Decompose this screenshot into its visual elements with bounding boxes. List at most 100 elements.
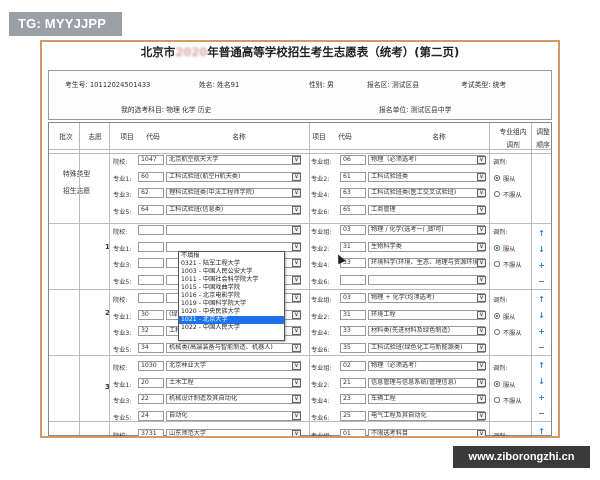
code-input[interactable]: 22	[138, 394, 164, 404]
chevron-down-icon[interactable]: ∨	[477, 430, 486, 436]
minus-icon[interactable]: −	[537, 409, 546, 418]
code-input[interactable]: 03	[340, 293, 366, 303]
name-select[interactable]: 工科试验班类	[368, 171, 485, 182]
arrow-down-icon[interactable]: ↓	[537, 311, 546, 320]
name-select[interactable]: 车辆工程	[368, 394, 485, 404]
chevron-down-icon[interactable]: ∨	[477, 275, 486, 284]
plus-icon[interactable]: +	[537, 261, 546, 270]
dropdown-option[interactable]: 1019 - 中国科学院大学	[179, 300, 284, 308]
chevron-down-icon[interactable]: ∨	[292, 259, 301, 267]
chevron-down-icon[interactable]: ∨	[477, 259, 486, 267]
name-select[interactable]	[166, 225, 301, 235]
chevron-down-icon[interactable]: ∨	[477, 172, 486, 181]
name-select[interactable]: 工科试验班类(医工交叉试验班)	[368, 188, 485, 198]
code-input[interactable]: 31	[340, 241, 366, 252]
radio-not-obey[interactable]	[494, 261, 500, 267]
chevron-down-icon[interactable]: ∨	[292, 310, 301, 319]
dropdown-option[interactable]: 1003 - 中国人民公安大学	[179, 268, 284, 276]
radio-obey[interactable]	[494, 312, 500, 319]
chevron-down-icon[interactable]: ∨	[292, 395, 301, 403]
chevron-down-icon[interactable]: ∨	[292, 242, 301, 251]
code-input[interactable]: 1030	[138, 361, 164, 371]
code-input[interactable]: 33	[340, 326, 366, 336]
code-input[interactable]: 06	[340, 155, 366, 165]
code-input[interactable]: 65	[340, 204, 366, 215]
chevron-down-icon[interactable]: ∨	[292, 172, 301, 181]
code-input[interactable]: 34	[138, 342, 164, 353]
arrow-up-icon[interactable]: ↑	[537, 361, 546, 370]
arrow-up-icon[interactable]: ↑	[537, 295, 546, 304]
arrow-down-icon[interactable]: ↓	[537, 377, 546, 386]
name-select[interactable]: 不限选考科目	[368, 429, 485, 436]
code-input[interactable]: 01	[340, 429, 366, 436]
code-input[interactable]: 24	[138, 410, 164, 421]
chevron-down-icon[interactable]: ∨	[292, 226, 301, 234]
code-input[interactable]: 03	[340, 225, 366, 235]
code-input[interactable]: 32	[138, 326, 164, 336]
name-select[interactable]: 工科试验班(绿色化工与新能源类)	[368, 342, 485, 353]
radio-not-obey[interactable]	[494, 191, 500, 197]
chevron-down-icon[interactable]: ∨	[477, 205, 486, 214]
code-input[interactable]	[138, 225, 164, 235]
name-select[interactable]: 土木工程	[166, 377, 301, 388]
name-select[interactable]: 工商管理	[368, 204, 485, 215]
name-select[interactable]: 北京林业大学	[166, 361, 301, 371]
code-input[interactable]	[138, 293, 164, 303]
code-input[interactable]: 20	[138, 377, 164, 388]
chevron-down-icon[interactable]: ∨	[292, 362, 301, 370]
chevron-down-icon[interactable]: ∨	[477, 294, 486, 302]
arrow-up-icon[interactable]: ↑	[537, 427, 546, 436]
name-select[interactable]: 信息管理与信息系统(管理信息)	[368, 377, 485, 388]
chevron-down-icon[interactable]: ∨	[292, 205, 301, 214]
name-select[interactable]: 理科试验班类(中法工程师学院)	[166, 188, 301, 198]
code-input[interactable]: 25	[340, 410, 366, 421]
chevron-down-icon[interactable]: ∨	[292, 378, 301, 387]
minus-icon[interactable]: −	[537, 343, 546, 352]
dropdown-option[interactable]: 1020 - 中央民族大学	[179, 308, 284, 316]
radio-not-obey[interactable]	[494, 329, 500, 335]
name-select[interactable]: 环境工程	[368, 309, 485, 320]
chevron-down-icon[interactable]: ∨	[477, 242, 486, 251]
plus-icon[interactable]: +	[537, 393, 546, 402]
name-select[interactable]: 电气工程及其自动化	[368, 410, 485, 421]
name-select[interactable]	[368, 274, 485, 285]
chevron-down-icon[interactable]: ∨	[292, 430, 301, 436]
name-select[interactable]: 北京航空航天大学	[166, 155, 301, 165]
name-select[interactable]: 机械设计制造及其自动化	[166, 394, 301, 404]
chevron-down-icon[interactable]: ∨	[477, 327, 486, 335]
code-input[interactable]: 30	[138, 309, 164, 320]
chevron-down-icon[interactable]: ∨	[477, 395, 486, 403]
code-input[interactable]: 62	[138, 188, 164, 198]
chevron-down-icon[interactable]: ∨	[292, 343, 301, 352]
code-input[interactable]: 61	[340, 171, 366, 182]
name-select[interactable]: 山东师范大学	[166, 429, 301, 436]
chevron-down-icon[interactable]: ∨	[292, 189, 301, 197]
name-select[interactable]: 生物科学类	[368, 241, 485, 252]
code-input[interactable]	[138, 258, 164, 268]
radio-obey[interactable]	[494, 244, 500, 251]
code-input[interactable]: 1047	[138, 155, 164, 165]
chevron-down-icon[interactable]: ∨	[292, 411, 301, 420]
arrow-up-icon[interactable]: ↑	[537, 229, 546, 238]
code-input[interactable]	[138, 274, 164, 285]
radio-obey[interactable]	[494, 380, 500, 387]
name-select[interactable]: 机械类(高端装备与智能制造、机器人)	[166, 342, 301, 353]
name-select[interactable]: 物理（必须选考）	[368, 361, 485, 371]
chevron-down-icon[interactable]: ∨	[477, 189, 486, 197]
radio-not-obey[interactable]	[494, 397, 500, 403]
name-select[interactable]: 工科试验班(航空H航天类)	[166, 171, 301, 182]
dropdown-option[interactable]: 0321 - 陆军工程大学	[179, 260, 284, 268]
chevron-down-icon[interactable]: ∨	[477, 310, 486, 319]
chevron-down-icon[interactable]: ∨	[477, 156, 486, 164]
dropdown-option[interactable]: 1015 - 中国戏曲学院	[179, 284, 284, 292]
university-dropdown-list[interactable]: 不填报 0321 - 陆军工程大学 1003 - 中国人民公安大学 1011 - 中国…	[178, 251, 285, 341]
chevron-down-icon[interactable]: ∨	[292, 327, 301, 335]
name-select[interactable]: 环境科学(环境、生态、地理与资源环境)	[368, 258, 485, 268]
code-input[interactable]	[138, 241, 164, 252]
dropdown-option[interactable]: 不填报	[179, 252, 284, 260]
code-input[interactable]: 31	[340, 309, 366, 320]
name-select[interactable]	[166, 241, 301, 252]
code-input[interactable]: 21	[340, 377, 366, 388]
code-input[interactable]: 35	[340, 342, 366, 353]
dropdown-option[interactable]: 1011 - 中国社会科学院大学	[179, 276, 284, 284]
